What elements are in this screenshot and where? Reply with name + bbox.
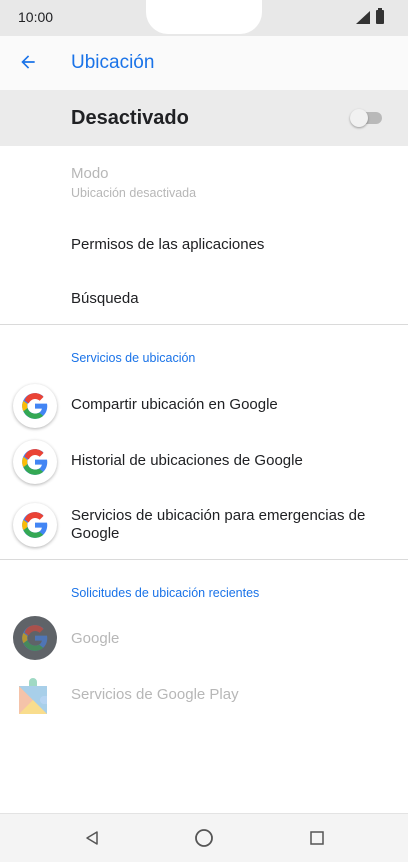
list-item-recent-google[interactable]: Google <box>0 614 408 666</box>
toggle-thumb <box>350 109 368 127</box>
list-item-label: Historial de ubicaciones de Google <box>71 452 303 469</box>
page-title: Ubicación <box>71 52 155 73</box>
list-item-label: Servicios de Google Play <box>71 686 239 703</box>
nav-back-icon[interactable] <box>80 826 104 850</box>
puzzle-icon <box>17 674 53 714</box>
mode-item[interactable]: Modo Ubicación desactivada <box>0 146 408 206</box>
google-g-icon <box>13 384 57 428</box>
list-item-share-location[interactable]: Compartir ubicación en Google <box>0 380 408 432</box>
navigation-bar <box>0 813 408 862</box>
status-bar: 10:00 <box>0 0 408 36</box>
list-item-emergency-location[interactable]: Servicios de ubicación para emergencias … <box>0 498 408 556</box>
google-g-icon <box>13 503 57 547</box>
list-item-recent-play-services[interactable]: Servicios de Google Play <box>0 670 408 722</box>
section-header-recent-requests: Solicitudes de ubicación recientes <box>71 586 260 600</box>
google-g-icon <box>13 440 57 484</box>
status-time: 10:00 <box>18 9 54 25</box>
display-notch <box>146 0 262 34</box>
mode-title: Modo <box>71 165 109 182</box>
app-permissions-label: Permisos de las aplicaciones <box>71 236 265 253</box>
app-bar: Ubicación <box>0 36 408 90</box>
location-master-switch-row[interactable]: Desactivado <box>0 90 408 146</box>
divider <box>0 324 408 325</box>
nav-recents-icon[interactable] <box>305 826 329 850</box>
battery-icon <box>376 8 384 24</box>
section-header-location-services: Servicios de ubicación <box>71 351 196 365</box>
google-g-icon <box>13 616 57 660</box>
status-icons <box>356 8 390 26</box>
list-item-label: Compartir ubicación en Google <box>71 396 278 413</box>
scanning-item[interactable]: Búsqueda <box>0 272 408 324</box>
signal-icon <box>356 11 370 24</box>
location-toggle[interactable] <box>350 109 382 127</box>
nav-home-icon[interactable] <box>192 826 216 850</box>
master-switch-label: Desactivado <box>71 107 189 129</box>
scanning-label: Búsqueda <box>71 290 139 307</box>
list-item-label: Servicios de ubicación para emergencias … <box>71 507 366 542</box>
list-item-label: Google <box>71 630 120 647</box>
divider <box>0 559 408 560</box>
back-arrow-icon[interactable] <box>14 48 42 76</box>
app-permissions-item[interactable]: Permisos de las aplicaciones <box>0 218 408 272</box>
list-item-location-history[interactable]: Historial de ubicaciones de Google <box>0 436 408 488</box>
mode-subtitle: Ubicación desactivada <box>71 186 197 200</box>
